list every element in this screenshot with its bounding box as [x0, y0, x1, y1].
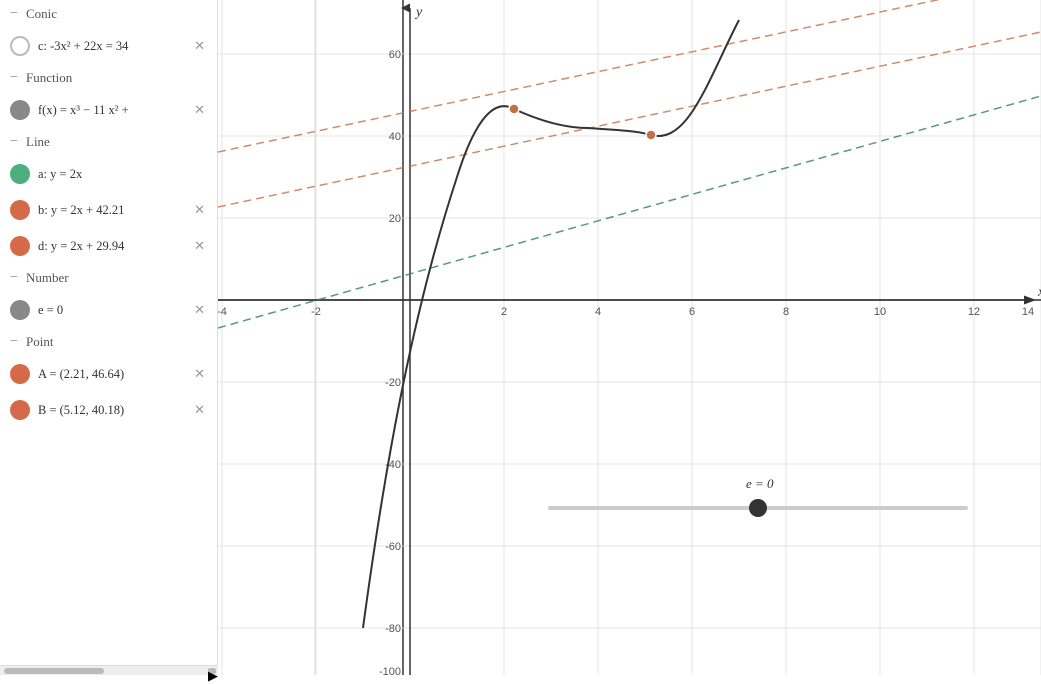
- section-number: − Number: [0, 264, 217, 292]
- point-B-label: B = (5.12, 40.18): [38, 403, 182, 418]
- section-number-label: Number: [26, 270, 69, 286]
- svg-text:6: 6: [689, 306, 695, 318]
- list-item: e = 0 ✕: [0, 292, 217, 328]
- list-item: a: y = 2x: [0, 156, 217, 192]
- sidebar: − Conic c: -3x² + 22x = 34 ✕ − Function …: [0, 0, 218, 675]
- line-a-label: a: y = 2x: [38, 167, 209, 182]
- svg-text:-2: -2: [311, 306, 321, 318]
- function-f-label: f(x) = x³ − 11 x² +: [38, 103, 182, 118]
- svg-text:-60: -60: [385, 541, 401, 553]
- close-number-e-button[interactable]: ✕: [190, 300, 209, 320]
- svg-text:12: 12: [968, 306, 980, 318]
- svg-text:10: 10: [874, 306, 886, 318]
- collapse-point-icon[interactable]: −: [8, 336, 20, 348]
- point-A-icon: [10, 364, 30, 384]
- slider-label: e = 0: [746, 476, 774, 491]
- sidebar-scrollbar-thumb: [4, 668, 104, 674]
- svg-text:2: 2: [501, 306, 507, 318]
- svg-text:60: 60: [389, 49, 401, 61]
- svg-text:8: 8: [783, 306, 789, 318]
- svg-text:4: 4: [595, 306, 601, 318]
- line-d-label: d: y = 2x + 29.94: [38, 239, 182, 254]
- sidebar-scrollbar[interactable]: ▶: [0, 665, 218, 675]
- section-point: − Point: [0, 328, 217, 356]
- collapse-function-icon[interactable]: −: [8, 72, 20, 84]
- svg-text:-100: -100: [379, 666, 401, 675]
- number-e-label: e = 0: [38, 303, 182, 318]
- y-axis-label: y: [414, 5, 423, 20]
- svg-text:-80: -80: [385, 623, 401, 635]
- line-b-icon: [10, 200, 30, 220]
- collapse-conic-icon[interactable]: −: [8, 8, 20, 20]
- close-point-B-button[interactable]: ✕: [190, 400, 209, 420]
- svg-text:14: 14: [1022, 306, 1034, 318]
- close-conic-c-button[interactable]: ✕: [190, 36, 209, 56]
- svg-text:-20: -20: [385, 377, 401, 389]
- conic-c-label: c: -3x² + 22x = 34: [38, 39, 182, 54]
- point-B-icon: [10, 400, 30, 420]
- section-point-label: Point: [26, 334, 53, 350]
- list-item: f(x) = x³ − 11 x² + ✕: [0, 92, 217, 128]
- close-function-f-button[interactable]: ✕: [190, 100, 209, 120]
- list-item: A = (2.21, 46.64) ✕: [0, 356, 217, 392]
- line-b-label: b: y = 2x + 42.21: [38, 203, 182, 218]
- function-f-icon: [10, 100, 30, 120]
- list-item: d: y = 2x + 29.94 ✕: [0, 228, 217, 264]
- list-item: c: -3x² + 22x = 34 ✕: [0, 28, 217, 64]
- section-function: − Function: [0, 64, 217, 92]
- svg-text:20: 20: [389, 213, 401, 225]
- conic-c-icon: [10, 36, 30, 56]
- slider-thumb[interactable]: [749, 499, 767, 517]
- graph-svg[interactable]: -4 -2 2 4 6 8 10 12 14 60 40 20 -20 -40 …: [218, 0, 1041, 675]
- close-line-d-button[interactable]: ✕: [190, 236, 209, 256]
- point-A-dot: [509, 104, 519, 114]
- section-line: − Line: [0, 128, 217, 156]
- point-A-label: A = (2.21, 46.64): [38, 367, 182, 382]
- sidebar-scroll-right-btn[interactable]: ▶: [208, 668, 216, 674]
- section-function-label: Function: [26, 70, 72, 86]
- close-point-A-button[interactable]: ✕: [190, 364, 209, 384]
- line-d-icon: [10, 236, 30, 256]
- collapse-number-icon[interactable]: −: [8, 272, 20, 284]
- svg-text:-4: -4: [218, 306, 227, 318]
- number-e-icon: [10, 300, 30, 320]
- close-line-b-button[interactable]: ✕: [190, 200, 209, 220]
- list-item: B = (5.12, 40.18) ✕: [0, 392, 217, 428]
- section-conic-label: Conic: [26, 6, 57, 22]
- point-B-dot: [646, 130, 656, 140]
- line-a-icon: [10, 164, 30, 184]
- section-line-label: Line: [26, 134, 50, 150]
- graph-area: -4 -2 2 4 6 8 10 12 14 60 40 20 -20 -40 …: [218, 0, 1041, 675]
- list-item: b: y = 2x + 42.21 ✕: [0, 192, 217, 228]
- x-axis-label: x: [1037, 285, 1041, 300]
- svg-text:40: 40: [389, 131, 401, 143]
- collapse-line-icon[interactable]: −: [8, 136, 20, 148]
- section-conic: − Conic: [0, 0, 217, 28]
